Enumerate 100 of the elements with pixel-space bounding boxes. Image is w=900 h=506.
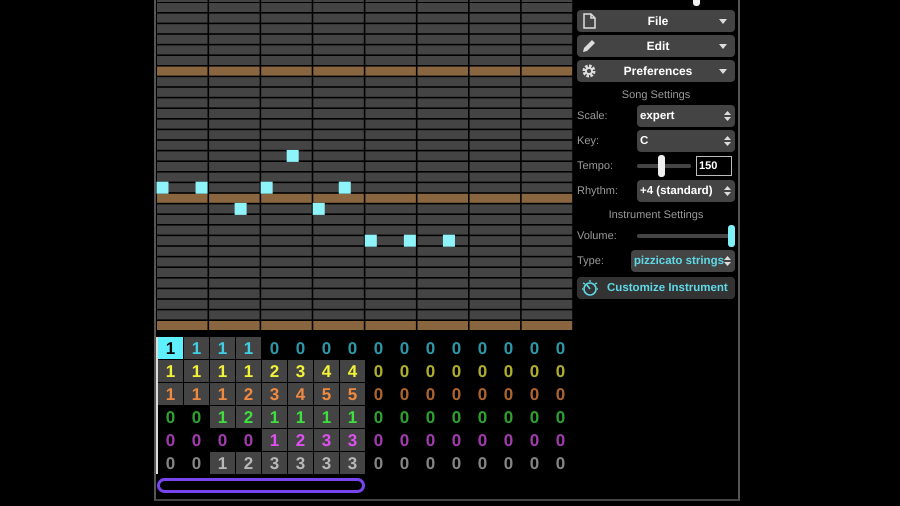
pattern-cell[interactable]: 0 xyxy=(314,337,339,359)
pattern-cell[interactable]: 1 xyxy=(262,429,287,451)
pattern-cell[interactable]: 4 xyxy=(340,360,365,382)
pattern-cell[interactable]: 1 xyxy=(236,360,261,382)
pattern-cell[interactable]: 0 xyxy=(392,383,417,405)
pattern-cell[interactable]: 4 xyxy=(314,360,339,382)
pattern-cell[interactable]: 1 xyxy=(210,337,235,359)
pattern-cell[interactable]: 0 xyxy=(184,406,209,428)
pattern-cell[interactable]: 3 xyxy=(262,383,287,405)
pattern-cell[interactable]: 2 xyxy=(236,406,261,428)
pattern-cell[interactable]: 0 xyxy=(366,452,391,474)
pattern-cell[interactable]: 0 xyxy=(444,383,469,405)
pattern-cell[interactable]: 1 xyxy=(288,406,313,428)
pattern-cell[interactable]: 0 xyxy=(418,406,443,428)
pattern-cell[interactable]: 1 xyxy=(184,383,209,405)
pattern-cell[interactable]: 0 xyxy=(184,429,209,451)
pattern-cell[interactable]: 0 xyxy=(288,337,313,359)
pattern-cell[interactable]: 0 xyxy=(418,452,443,474)
pattern-cell[interactable]: 3 xyxy=(288,360,313,382)
pattern-cell[interactable]: 1 xyxy=(314,406,339,428)
pattern-cell[interactable]: 0 xyxy=(496,337,521,359)
pattern-cell[interactable]: 0 xyxy=(418,360,443,382)
pattern-cell[interactable]: 0 xyxy=(392,337,417,359)
pattern-cell[interactable]: 0 xyxy=(418,429,443,451)
pattern-cell[interactable]: 0 xyxy=(522,452,547,474)
pattern-cell[interactable]: 0 xyxy=(340,337,365,359)
pattern-cell[interactable]: 0 xyxy=(522,429,547,451)
pattern-cell[interactable]: 0 xyxy=(366,406,391,428)
pattern-cell[interactable]: 0 xyxy=(366,383,391,405)
pattern-cell[interactable]: 5 xyxy=(314,383,339,405)
pattern-cell[interactable]: 0 xyxy=(548,360,573,382)
pattern-cell[interactable]: 1 xyxy=(210,383,235,405)
tempo-slider[interactable] xyxy=(637,155,691,177)
pattern-cell[interactable]: 3 xyxy=(314,429,339,451)
pattern-cell[interactable]: 0 xyxy=(366,429,391,451)
pattern-cell[interactable]: 0 xyxy=(444,406,469,428)
pattern-cell[interactable]: 3 xyxy=(314,452,339,474)
pattern-cell[interactable]: 0 xyxy=(158,452,183,474)
dropdown[interactable]: expert xyxy=(637,105,735,127)
pattern-cell[interactable]: 0 xyxy=(158,429,183,451)
pattern-cell[interactable]: 0 xyxy=(158,406,183,428)
pattern-cell[interactable]: 1 xyxy=(210,452,235,474)
pattern-cell[interactable]: 3 xyxy=(340,452,365,474)
pattern-cell[interactable]: 3 xyxy=(288,452,313,474)
pattern-cell[interactable]: 0 xyxy=(470,452,495,474)
pattern-cell[interactable]: 2 xyxy=(288,429,313,451)
menu-button[interactable]: Preferences xyxy=(577,60,735,82)
pattern-cell[interactable]: 0 xyxy=(496,360,521,382)
pattern-cell[interactable]: 0 xyxy=(366,360,391,382)
pattern-cell[interactable]: 0 xyxy=(548,383,573,405)
dropdown[interactable]: pizzicato strings xyxy=(630,250,735,272)
pattern-cell[interactable]: 0 xyxy=(522,360,547,382)
pattern-cell[interactable]: 1 xyxy=(210,360,235,382)
pattern-cell[interactable]: 1 xyxy=(184,337,209,359)
scroll-bar[interactable] xyxy=(157,478,365,493)
menu-button[interactable]: File xyxy=(577,10,735,32)
pattern-cell[interactable]: 0 xyxy=(392,452,417,474)
pattern-cell[interactable]: 0 xyxy=(470,406,495,428)
pattern-cell[interactable]: 1 xyxy=(158,360,183,382)
tempo-input[interactable]: 150 xyxy=(696,156,732,176)
pattern-cell[interactable]: 1 xyxy=(236,337,261,359)
pattern-cell[interactable]: 0 xyxy=(184,452,209,474)
pattern-cell[interactable]: 0 xyxy=(496,383,521,405)
pattern-cell[interactable]: 0 xyxy=(522,383,547,405)
pattern-cell[interactable]: 0 xyxy=(470,383,495,405)
pattern-cell[interactable]: 2 xyxy=(236,383,261,405)
pattern-cell[interactable]: 0 xyxy=(496,429,521,451)
pattern-cell[interactable]: 0 xyxy=(236,429,261,451)
menu-button[interactable]: Edit xyxy=(577,35,735,57)
pattern-cell[interactable]: 0 xyxy=(418,383,443,405)
dropdown[interactable]: +4 (standard) xyxy=(637,180,735,202)
pattern-cell[interactable]: 1 xyxy=(210,406,235,428)
piano-roll-drawing[interactable] xyxy=(156,0,573,331)
pattern-cell[interactable]: 1 xyxy=(158,383,183,405)
pattern-cell[interactable]: 0 xyxy=(496,452,521,474)
pattern-cell[interactable]: 4 xyxy=(288,383,313,405)
dropdown[interactable]: C xyxy=(637,130,735,152)
pattern-cell[interactable]: 0 xyxy=(470,337,495,359)
pattern-cell[interactable]: 0 xyxy=(392,406,417,428)
pattern-cell[interactable]: 3 xyxy=(262,452,287,474)
pattern-cell[interactable]: 3 xyxy=(340,429,365,451)
pattern-cell[interactable]: 0 xyxy=(522,406,547,428)
pattern-cell[interactable]: 2 xyxy=(236,452,261,474)
pattern-cell[interactable]: 0 xyxy=(548,406,573,428)
pattern-cell[interactable]: 0 xyxy=(210,429,235,451)
customize-instrument-button[interactable]: Customize Instrument xyxy=(577,277,735,299)
pattern-cell[interactable]: 0 xyxy=(444,452,469,474)
pattern-cell[interactable]: 0 xyxy=(470,360,495,382)
pattern-cell[interactable]: 0 xyxy=(548,429,573,451)
pattern-cell[interactable]: 0 xyxy=(262,337,287,359)
pattern-cell[interactable]: 0 xyxy=(366,337,391,359)
pattern-cell[interactable]: 1 xyxy=(158,337,183,359)
pattern-cell[interactable]: 0 xyxy=(444,429,469,451)
pattern-cell[interactable]: 0 xyxy=(444,337,469,359)
pattern-cell[interactable]: 0 xyxy=(548,452,573,474)
pattern-cell[interactable]: 2 xyxy=(262,360,287,382)
pattern-cell[interactable]: 0 xyxy=(444,360,469,382)
pattern-cell[interactable]: 1 xyxy=(262,406,287,428)
pattern-cell[interactable]: 0 xyxy=(418,337,443,359)
pattern-cell[interactable]: 1 xyxy=(184,360,209,382)
